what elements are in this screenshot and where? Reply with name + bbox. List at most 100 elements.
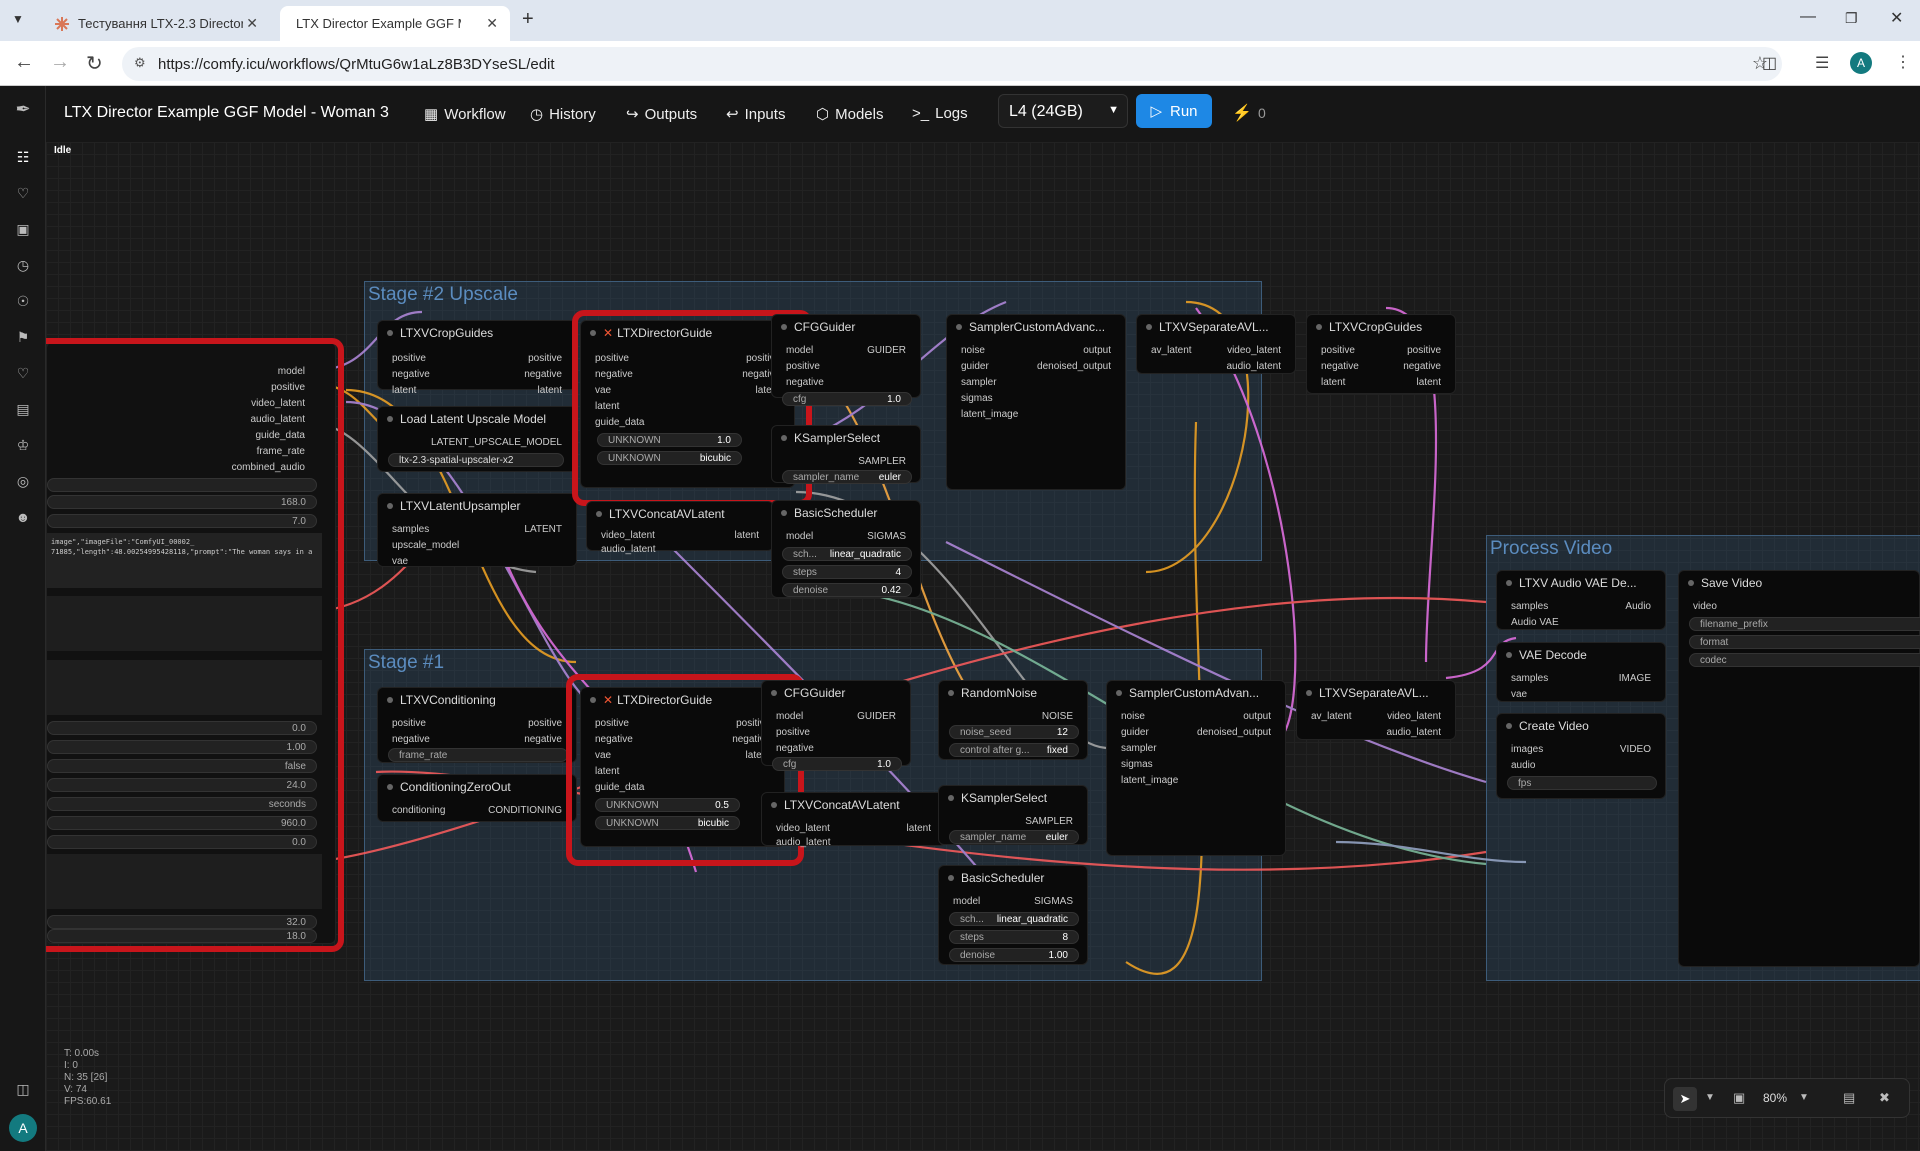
output-slot[interactable]: positive bbox=[1407, 345, 1441, 356]
docs-icon[interactable]: ▤ bbox=[14, 400, 32, 418]
history-icon[interactable]: ◷ bbox=[14, 256, 32, 274]
menu-workflow[interactable]: ▦ Workflow bbox=[424, 105, 506, 124]
input-slot[interactable]: negative bbox=[392, 734, 430, 745]
output-slot[interactable]: SAMPLER bbox=[858, 456, 906, 467]
gallery-icon[interactable]: ▣ bbox=[14, 220, 32, 238]
minimap-icon[interactable]: ▤ bbox=[1843, 1090, 1855, 1106]
input-slot[interactable]: samples bbox=[1511, 601, 1548, 612]
input-slot[interactable]: positive bbox=[786, 361, 820, 372]
input-slot[interactable]: Audio VAE bbox=[1511, 617, 1559, 628]
output-slot[interactable]: latent bbox=[1417, 377, 1441, 388]
close-tab-icon[interactable]: ✕ bbox=[246, 15, 258, 32]
input-slot[interactable]: sigmas bbox=[1121, 759, 1153, 770]
favorites-icon[interactable]: ♡ bbox=[14, 364, 32, 382]
input-slot[interactable]: conditioning bbox=[392, 805, 445, 816]
filename-prefix-field[interactable]: filename_prefix bbox=[1689, 617, 1920, 631]
node-crop-guides-2a[interactable]: LTXVCropGuides positive negative latent … bbox=[377, 320, 577, 396]
reload-icon[interactable]: ↻ bbox=[86, 51, 103, 76]
output-slot[interactable]: GUIDER bbox=[867, 345, 906, 356]
browser-tab-1[interactable]: Тестування LTX-2.3 Director та ✕ bbox=[40, 6, 270, 41]
cfg-field[interactable]: cfg 1.0 bbox=[772, 757, 902, 771]
user-avatar[interactable]: A bbox=[9, 1114, 37, 1142]
output-slot[interactable]: Audio bbox=[1625, 601, 1651, 612]
input-slot[interactable]: av_latent bbox=[1151, 345, 1192, 356]
support-icon[interactable]: ◎ bbox=[14, 472, 32, 490]
output-slot[interactable]: denoised_output bbox=[1037, 361, 1111, 372]
input-slot[interactable]: noise bbox=[961, 345, 985, 356]
menu-logs[interactable]: >_ Logs bbox=[912, 105, 968, 122]
input-slot[interactable]: positive bbox=[392, 718, 426, 729]
node-cfg-guider-1[interactable]: CFGGuider model positive negative GUIDER… bbox=[761, 680, 911, 771]
output-slot[interactable]: NOISE bbox=[1042, 711, 1073, 722]
graph-canvas[interactable]: Idle Stage #2 Upscale Stage #1 Process V… bbox=[46, 142, 1920, 1151]
fit-view-icon[interactable]: ▣ bbox=[1733, 1090, 1745, 1106]
output-slot[interactable]: LATENT bbox=[524, 524, 562, 535]
bookmark-icon[interactable]: ⚑ bbox=[14, 328, 32, 346]
site-info-icon[interactable]: ⚙ bbox=[134, 55, 146, 71]
node-cfg-guider-2[interactable]: CFGGuider model positive negative GUIDER… bbox=[771, 314, 921, 406]
node-create-video[interactable]: Create Video images audio VIDEO fps bbox=[1496, 713, 1666, 799]
node-separate-av-1[interactable]: LTXVSeparateAVL... av_latent video_laten… bbox=[1296, 680, 1456, 740]
steps-field[interactable]: steps 8 bbox=[949, 930, 1079, 944]
denoise-field[interactable]: denoise 0.42 bbox=[782, 583, 912, 597]
browser-tab-2[interactable]: LTX Director Example GGF Mod ✕ bbox=[280, 6, 510, 41]
frame-rate-field[interactable]: frame_rate bbox=[388, 748, 568, 762]
output-slot[interactable]: latent bbox=[538, 385, 562, 396]
model-combo[interactable]: ltx-2.3-spatial-upscaler-x2 bbox=[388, 453, 564, 467]
output-slot[interactable]: SIGMAS bbox=[1034, 896, 1073, 907]
noise-seed-field[interactable]: noise_seed 12 bbox=[949, 725, 1079, 739]
back-icon[interactable]: ← bbox=[14, 51, 34, 74]
new-tab-icon[interactable]: + bbox=[522, 8, 534, 31]
node-sampler-custom-2[interactable]: SamplerCustomAdvanc... noise guider samp… bbox=[946, 314, 1126, 490]
node-conditioning-zero-out[interactable]: ConditioningZeroOut conditioning CONDITI… bbox=[377, 774, 577, 822]
output-slot[interactable]: VIDEO bbox=[1620, 744, 1651, 755]
url-field[interactable]: ⚙ https://comfy.icu/workflows/QrMtuG6w1a… bbox=[122, 47, 1782, 81]
input-slot[interactable]: latent_image bbox=[961, 409, 1018, 420]
output-slot[interactable]: negative bbox=[1403, 361, 1441, 372]
input-slot[interactable]: latent bbox=[392, 385, 416, 396]
input-slot[interactable]: video bbox=[1693, 601, 1717, 612]
node-crop-guides-2b[interactable]: LTXVCropGuides positive negative latent … bbox=[1306, 314, 1456, 394]
close-window-icon[interactable]: ✕ bbox=[1890, 8, 1903, 28]
node-save-video[interactable]: Save Video video filename_prefix format … bbox=[1678, 570, 1920, 967]
output-slot[interactable]: latent bbox=[907, 823, 931, 834]
input-slot[interactable]: negative bbox=[392, 369, 430, 380]
chevron-down-icon[interactable]: ▼ bbox=[1705, 1092, 1715, 1103]
output-slot[interactable]: positive bbox=[528, 353, 562, 364]
menu-models[interactable]: ⬡ Models bbox=[816, 105, 883, 124]
node-ltxv-conditioning[interactable]: LTXVConditioning positive negative posit… bbox=[377, 687, 577, 763]
cfg-field[interactable]: cfg 1.0 bbox=[782, 392, 912, 406]
menu-history[interactable]: ◷ History bbox=[530, 105, 596, 124]
comfy-logo-icon[interactable]: ✒ bbox=[14, 100, 32, 118]
sampler-combo[interactable]: sampler_name euler bbox=[949, 830, 1079, 844]
output-slot[interactable]: CONDITIONING bbox=[488, 805, 562, 816]
control-after-generate-combo[interactable]: control after g... fixed bbox=[949, 743, 1079, 757]
gpu-select[interactable]: L4 (24GB) ▼ bbox=[998, 94, 1128, 128]
denoise-field[interactable]: denoise 1.00 bbox=[949, 948, 1079, 962]
input-slot[interactable]: latent bbox=[1321, 377, 1345, 388]
menu-outputs[interactable]: ↪ Outputs bbox=[626, 105, 697, 124]
discord-icon[interactable]: ☻ bbox=[14, 508, 32, 526]
codec-combo[interactable]: codec bbox=[1689, 653, 1920, 667]
output-slot[interactable]: audio_latent bbox=[1227, 361, 1282, 372]
extensions-icon[interactable]: ◫ bbox=[1762, 53, 1777, 73]
close-tab-icon[interactable]: ✕ bbox=[486, 15, 498, 32]
browser-menu-icon[interactable]: ⋮ bbox=[1895, 52, 1911, 72]
input-slot[interactable]: av_latent bbox=[1311, 711, 1352, 722]
notifications-icon[interactable]: ♡ bbox=[14, 184, 32, 202]
output-slot[interactable]: video_latent bbox=[1387, 711, 1441, 722]
hide-links-icon[interactable]: ✖ bbox=[1879, 1090, 1890, 1106]
tab-list-icon[interactable]: ▼ bbox=[12, 12, 24, 26]
input-slot[interactable]: audio_latent bbox=[776, 837, 831, 848]
node-ksampler-select-2[interactable]: KSamplerSelect SAMPLER sampler_name euler bbox=[771, 425, 921, 484]
steps-field[interactable]: steps 4 bbox=[782, 565, 912, 579]
scheduler-combo[interactable]: sch... linear_quadratic bbox=[949, 912, 1079, 926]
restore-icon[interactable]: ❐ bbox=[1845, 10, 1858, 27]
panel-toggle-icon[interactable]: ◫ bbox=[14, 1080, 32, 1098]
nodes-library-icon[interactable]: ☷ bbox=[14, 148, 32, 166]
node-random-noise[interactable]: RandomNoise NOISE noise_seed 12 control a… bbox=[938, 680, 1088, 760]
media-icon[interactable]: ☰ bbox=[1815, 53, 1829, 73]
input-slot[interactable]: upscale_model bbox=[392, 540, 459, 551]
input-slot[interactable]: guider bbox=[1121, 727, 1149, 738]
input-slot[interactable]: vae bbox=[1511, 689, 1527, 700]
